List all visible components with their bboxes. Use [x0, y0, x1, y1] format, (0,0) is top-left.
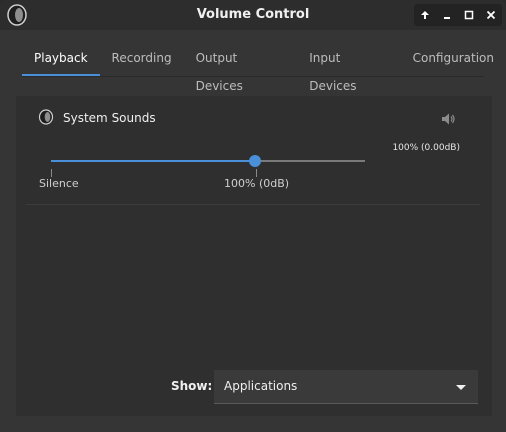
silence-tick: [51, 169, 52, 177]
tab-divider: [22, 76, 484, 77]
normal-volume-tick: [256, 169, 257, 177]
speaker-mute-toggle-icon[interactable]: [440, 111, 456, 127]
window-buttons: [414, 4, 502, 26]
volume-readout: 100% (0.00dB): [392, 143, 460, 153]
keep-above-icon[interactable]: [414, 4, 436, 26]
tab-input-devices[interactable]: Input Devices: [297, 44, 400, 93]
tab-bar: Playback Recording Output Devices Input …: [22, 44, 506, 93]
chevron-down-icon: [456, 385, 466, 390]
tab-configuration[interactable]: Configuration: [401, 44, 506, 76]
stream-name: System Sounds: [63, 111, 156, 125]
normal-volume-label: 100% (0dB): [224, 177, 290, 190]
tab-recording[interactable]: Recording: [100, 44, 184, 76]
stream-separator: [26, 204, 480, 205]
tab-output-devices[interactable]: Output Devices: [184, 44, 298, 93]
slider-handle[interactable]: [249, 155, 261, 167]
close-icon[interactable]: [480, 4, 502, 26]
volume-slider[interactable]: [51, 155, 365, 167]
streams-panel: System Sounds 100% (0.00dB) Silence 100%…: [16, 96, 492, 416]
show-label: Show:: [171, 379, 213, 393]
show-filter-value: Applications: [224, 379, 298, 393]
slider-fill: [51, 160, 255, 162]
volume-control-window: Volume Control Playback Recording Output…: [0, 0, 506, 432]
maximize-icon[interactable]: [458, 4, 480, 26]
minimize-icon[interactable]: [436, 4, 458, 26]
titlebar[interactable]: Volume Control: [0, 0, 506, 30]
show-filter-dropdown[interactable]: Applications: [214, 370, 478, 404]
silence-label: Silence: [39, 177, 79, 190]
system-sounds-icon: [38, 109, 54, 125]
tab-playback[interactable]: Playback: [22, 44, 100, 76]
